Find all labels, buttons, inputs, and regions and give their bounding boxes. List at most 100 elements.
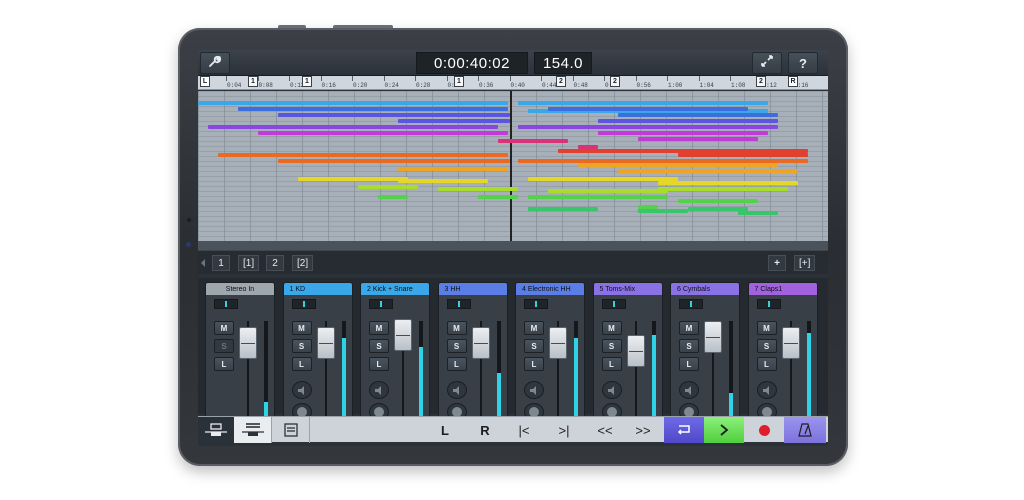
- scene-2-bracket[interactable]: [2]: [292, 255, 314, 271]
- volume-fader[interactable]: [239, 327, 257, 359]
- mute-button[interactable]: M: [756, 321, 777, 335]
- pan-control[interactable]: [214, 299, 238, 309]
- mute-button[interactable]: M: [446, 321, 467, 335]
- timeline-ruler[interactable]: 0:040:080:120:160:200:240:280:320:360:40…: [198, 76, 828, 90]
- left-locator-button[interactable]: L: [434, 417, 456, 443]
- event-clip[interactable]: [598, 131, 768, 135]
- scene-2[interactable]: 2: [266, 255, 284, 271]
- browser-view-button[interactable]: [272, 417, 310, 443]
- zoom-fit-button[interactable]: [752, 52, 782, 74]
- channel-name[interactable]: 3 HH: [438, 283, 507, 295]
- event-clip[interactable]: [738, 211, 778, 215]
- mixer-view-button[interactable]: [234, 417, 272, 443]
- monitor-button[interactable]: [369, 381, 389, 399]
- event-clip[interactable]: [528, 195, 668, 199]
- event-clip[interactable]: [438, 187, 518, 191]
- event-clip[interactable]: [658, 181, 798, 185]
- event-clip[interactable]: [528, 177, 678, 181]
- marker-1[interactable]: 1: [302, 76, 312, 87]
- arrange-view-button[interactable]: [198, 417, 234, 443]
- listen-button[interactable]: L: [214, 357, 234, 371]
- event-clip[interactable]: [258, 131, 508, 135]
- event-clip[interactable]: [678, 153, 808, 157]
- event-clip[interactable]: [548, 107, 748, 111]
- pan-control[interactable]: [446, 299, 471, 309]
- listen-button[interactable]: L: [291, 357, 312, 371]
- add-scene-button[interactable]: +: [768, 255, 786, 271]
- event-clip[interactable]: [238, 107, 508, 111]
- event-clip[interactable]: [498, 139, 568, 143]
- channel-name[interactable]: 5 Toms-Mix: [593, 283, 662, 295]
- right-locator[interactable]: R: [788, 76, 798, 87]
- event-clip[interactable]: [658, 187, 788, 191]
- scene-1-bracket[interactable]: [1]: [238, 255, 260, 271]
- right-locator-button[interactable]: R: [474, 417, 496, 443]
- mute-button[interactable]: M: [601, 321, 622, 335]
- listen-button[interactable]: L: [369, 357, 389, 371]
- help-button[interactable]: ?: [788, 52, 818, 74]
- marker-1[interactable]: 1: [248, 76, 258, 87]
- event-clip[interactable]: [518, 125, 778, 129]
- scroll-left-icon[interactable]: [201, 259, 205, 267]
- listen-button[interactable]: L: [446, 357, 467, 371]
- event-clip[interactable]: [208, 125, 498, 129]
- marker-2[interactable]: 2: [556, 76, 566, 87]
- channel-name[interactable]: 6 Cymbals: [671, 283, 739, 295]
- play-button[interactable]: [704, 417, 744, 443]
- scene-1[interactable]: 1: [212, 255, 230, 271]
- record-button[interactable]: [744, 417, 784, 443]
- event-clip[interactable]: [518, 101, 768, 105]
- listen-button[interactable]: L: [756, 357, 777, 371]
- volume-fader[interactable]: [626, 335, 645, 367]
- left-locator[interactable]: L: [200, 76, 210, 87]
- solo-button[interactable]: S: [291, 339, 312, 353]
- monitor-button[interactable]: [524, 381, 544, 399]
- pan-control[interactable]: [679, 299, 703, 309]
- solo-button[interactable]: S: [601, 339, 622, 353]
- marker-1[interactable]: 1: [454, 76, 464, 87]
- mute-button[interactable]: M: [369, 321, 389, 335]
- marker-2[interactable]: 2: [756, 76, 766, 87]
- cycle-button[interactable]: [664, 417, 704, 443]
- solo-button[interactable]: S: [446, 339, 467, 353]
- volume-fader[interactable]: [471, 327, 490, 359]
- pan-control[interactable]: [291, 299, 316, 309]
- metronome-button[interactable]: [784, 417, 826, 443]
- volume-fader[interactable]: [316, 327, 335, 359]
- event-clip[interactable]: [638, 137, 758, 141]
- mute-button[interactable]: M: [679, 321, 699, 335]
- add-bracket-scene-button[interactable]: [+]: [794, 255, 816, 271]
- pan-control[interactable]: [756, 299, 781, 309]
- event-clip[interactable]: [358, 185, 418, 189]
- event-clip[interactable]: [618, 113, 778, 117]
- event-clip[interactable]: [278, 113, 510, 117]
- event-clip[interactable]: [578, 163, 778, 167]
- channel-name[interactable]: 7 Claps1: [748, 283, 817, 295]
- event-clip[interactable]: [298, 177, 408, 181]
- event-clip[interactable]: [638, 209, 688, 213]
- listen-button[interactable]: L: [524, 357, 544, 371]
- volume-fader[interactable]: [549, 327, 567, 359]
- next-marker-button[interactable]: >|: [552, 417, 576, 443]
- channel-name[interactable]: 4 Electronic HH: [516, 283, 584, 295]
- marker-2[interactable]: 2: [610, 76, 620, 87]
- event-clip[interactable]: [218, 153, 508, 157]
- listen-button[interactable]: L: [679, 357, 699, 371]
- event-clip[interactable]: [198, 101, 508, 105]
- solo-button[interactable]: S: [756, 339, 777, 353]
- previous-marker-button[interactable]: |<: [512, 417, 536, 443]
- event-clip[interactable]: [678, 199, 758, 203]
- pan-control[interactable]: [601, 299, 626, 309]
- tempo-display[interactable]: 154.0: [534, 52, 592, 74]
- mute-button[interactable]: M: [291, 321, 312, 335]
- pan-control[interactable]: [369, 299, 393, 309]
- pan-control[interactable]: [524, 299, 548, 309]
- channel-name[interactable]: 2 Kick + Snare: [361, 283, 429, 295]
- volume-fader[interactable]: [704, 321, 722, 353]
- event-clip[interactable]: [598, 119, 778, 123]
- solo-button[interactable]: S: [524, 339, 544, 353]
- event-clip[interactable]: [398, 119, 510, 123]
- mute-button[interactable]: M: [524, 321, 544, 335]
- monitor-button[interactable]: [291, 381, 312, 399]
- volume-fader[interactable]: [394, 319, 412, 351]
